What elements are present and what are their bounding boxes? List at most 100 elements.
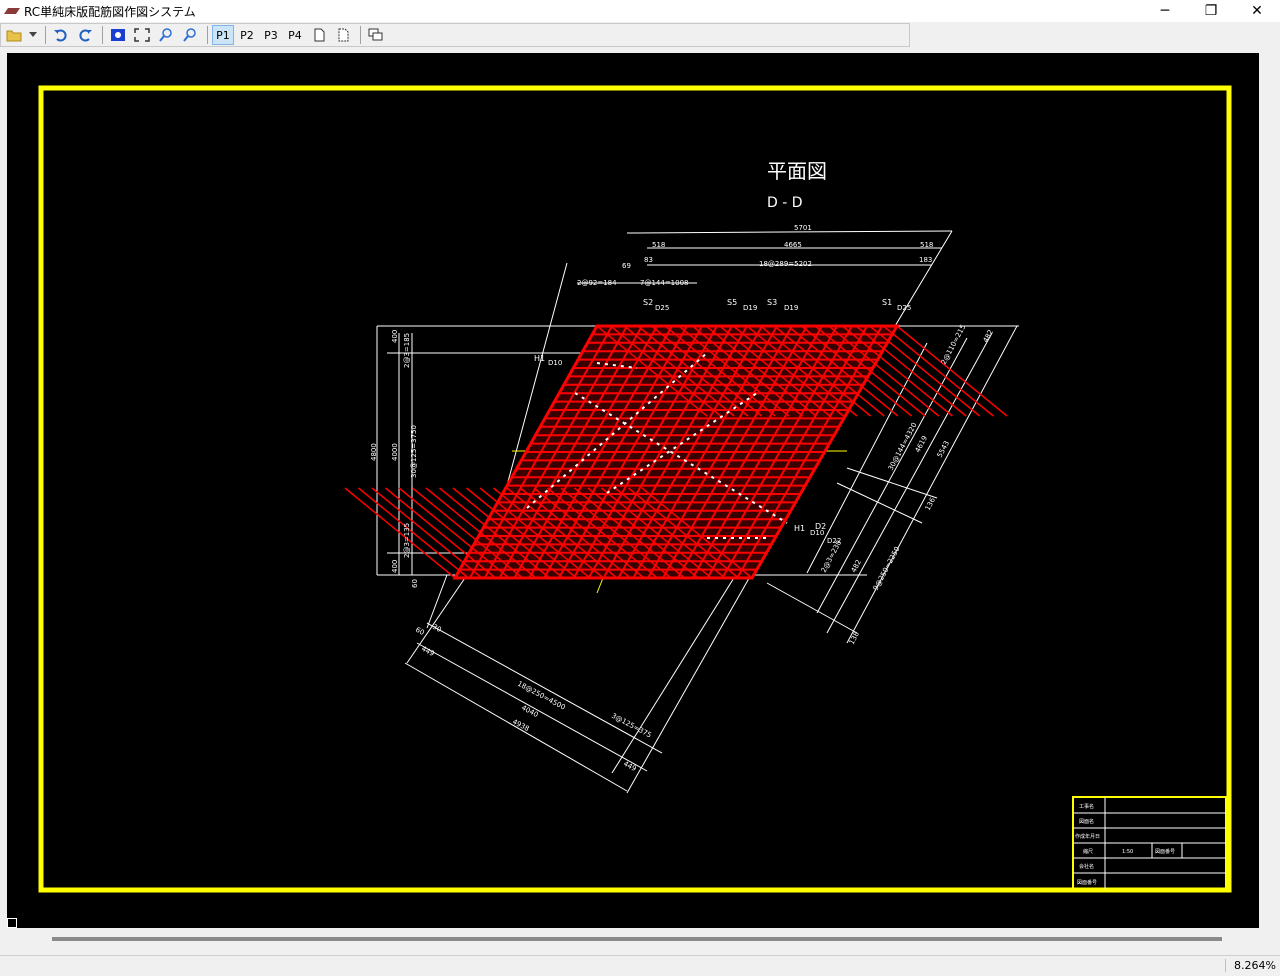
folder-icon — [6, 30, 22, 42]
zoom-out-icon — [183, 28, 196, 42]
redo-icon — [79, 29, 92, 42]
toolbar-separator — [360, 26, 361, 44]
toolbar-separator — [207, 26, 208, 44]
tb-row-project: 工事名 — [1079, 803, 1094, 810]
horizontal-scrollbar[interactable] — [52, 937, 1222, 941]
page-2-button[interactable]: P2 — [236, 25, 258, 45]
drawing-svg[interactable]: 平面図 D - D 5701 518 4665 518 69 83 18@289… — [7, 53, 1259, 928]
svg-text:2@3=135: 2@3=135 — [403, 523, 411, 558]
status-bar: 8.264% — [0, 955, 1280, 976]
tb-row-company: 会社名 — [1079, 863, 1094, 870]
tag-s1-size: D25 — [897, 304, 911, 312]
rebar-line — [358, 487, 469, 579]
page-3-button[interactable]: P3 — [260, 25, 282, 45]
svg-text:482: 482 — [982, 328, 995, 344]
tag-h1-top-size: D10 — [548, 359, 562, 367]
svg-text:30: 30 — [431, 623, 443, 634]
tag-s3: S3 — [767, 298, 777, 307]
zoom-in-button[interactable] — [155, 25, 177, 45]
bottom-dimension-labels: 60 30 449 18@250=4500 4040 4938 3@125=37… — [414, 623, 653, 773]
canvas-corner — [7, 918, 17, 928]
undo-button[interactable] — [50, 25, 72, 45]
dropdown-button[interactable] — [27, 25, 39, 45]
svg-text:4000: 4000 — [391, 443, 399, 461]
rebar-line — [371, 487, 483, 579]
drawing-title: 平面図 — [767, 159, 827, 183]
fit-view-button[interactable] — [131, 25, 153, 45]
svg-text:30@125=3750: 30@125=3750 — [410, 425, 418, 478]
title-bar: RC単純床版配筋図作図システム ─ ❐ ✕ — [0, 0, 1280, 22]
svg-text:449: 449 — [420, 645, 436, 658]
close-button[interactable]: ✕ — [1234, 0, 1280, 22]
tb-row-scale: 縮尺 — [1083, 848, 1093, 855]
svg-text:9@250=2250: 9@250=2250 — [872, 545, 902, 592]
rebar-line — [869, 325, 981, 417]
rebar-line — [882, 325, 994, 417]
tag-h1-top: H1 — [534, 354, 545, 363]
dim-183: 183 — [919, 256, 932, 264]
toolbar-separator — [102, 26, 103, 44]
dim-2at92: 2@92=184 — [577, 279, 617, 287]
prev-page-button[interactable] — [308, 25, 330, 45]
tag-d2: D2 — [815, 522, 826, 531]
drawing-canvas[interactable]: 平面図 D - D 5701 518 4665 518 69 83 18@289… — [7, 53, 1259, 928]
page-1-button[interactable]: P1 — [212, 25, 234, 45]
dim-top-left: 518 — [652, 241, 665, 249]
window-title: RC単純床版配筋図作図システム — [24, 4, 196, 19]
dim-83: 83 — [644, 256, 653, 264]
svg-text:60: 60 — [414, 626, 426, 637]
redo-button[interactable] — [74, 25, 96, 45]
dim-top-mid: 4665 — [784, 241, 802, 249]
svg-text:60: 60 — [411, 579, 419, 588]
tb-drawing-no-label: 図面番号 — [1155, 848, 1175, 855]
rebar-mesh — [344, 324, 1008, 580]
redraw-icon — [111, 29, 125, 41]
svg-text:400: 400 — [391, 330, 399, 343]
toolbar: P1 P2 P3 P4 — [0, 23, 910, 47]
chevron-down-icon — [29, 32, 37, 37]
dim-top-right: 518 — [920, 241, 933, 249]
windows-icon — [368, 28, 383, 41]
tag-s1: S1 — [882, 298, 892, 307]
page-4-button[interactable]: P4 — [284, 25, 306, 45]
tag-h1-bottom: H1 — [794, 524, 805, 533]
svg-text:449: 449 — [622, 760, 638, 773]
svg-text:2@3=185: 2@3=185 — [403, 333, 411, 368]
rebar-line — [344, 487, 456, 579]
tb-row-drawing-name: 図面名 — [1079, 818, 1094, 825]
tag-s3-size: D19 — [784, 304, 798, 312]
zoom-in-icon — [159, 28, 172, 42]
dim-7at144: 7@144=1008 — [640, 279, 689, 287]
tb-scale-value: 1:50 — [1122, 849, 1133, 855]
title-block: 工事名 図面名 作成年月日 縮尺 会社名 図面番号 1:50 図面番号 — [1072, 796, 1227, 890]
redraw-button[interactable] — [107, 25, 129, 45]
zoom-out-button[interactable] — [179, 25, 201, 45]
fit-view-icon — [134, 28, 150, 42]
svg-text:4938: 4938 — [511, 718, 530, 733]
svg-text:4800: 4800 — [370, 443, 378, 461]
dim-69: 69 — [622, 262, 631, 270]
svg-text:138: 138 — [848, 630, 861, 646]
svg-text:4040: 4040 — [520, 704, 539, 719]
undo-icon — [54, 29, 67, 42]
dim-spacing-top: 18@289=5202 — [759, 260, 812, 268]
minimize-button[interactable]: ─ — [1142, 0, 1188, 22]
svg-text:5543: 5543 — [936, 439, 951, 458]
page-dotted-icon — [338, 28, 349, 42]
tag-s5: S5 — [727, 298, 737, 307]
toolbar-separator — [45, 26, 46, 44]
svg-text:136: 136 — [924, 496, 938, 512]
tag-s5-size: D19 — [743, 304, 757, 312]
maximize-button[interactable]: ❐ — [1188, 0, 1234, 22]
tb-row-date: 作成年月日 — [1075, 833, 1100, 840]
open-folder-button[interactable] — [3, 25, 25, 45]
svg-text:30@144=4320: 30@144=4320 — [887, 421, 919, 472]
window-copy-button[interactable] — [365, 25, 387, 45]
app-icon — [4, 8, 20, 14]
tag-s2-size: D25 — [655, 304, 669, 312]
zoom-level: 8.264% — [1225, 959, 1276, 972]
svg-text:3@125=375: 3@125=375 — [610, 712, 653, 740]
tb-row-number: 図面番号 — [1077, 879, 1097, 886]
next-page-button[interactable] — [332, 25, 354, 45]
page-icon — [314, 28, 325, 42]
